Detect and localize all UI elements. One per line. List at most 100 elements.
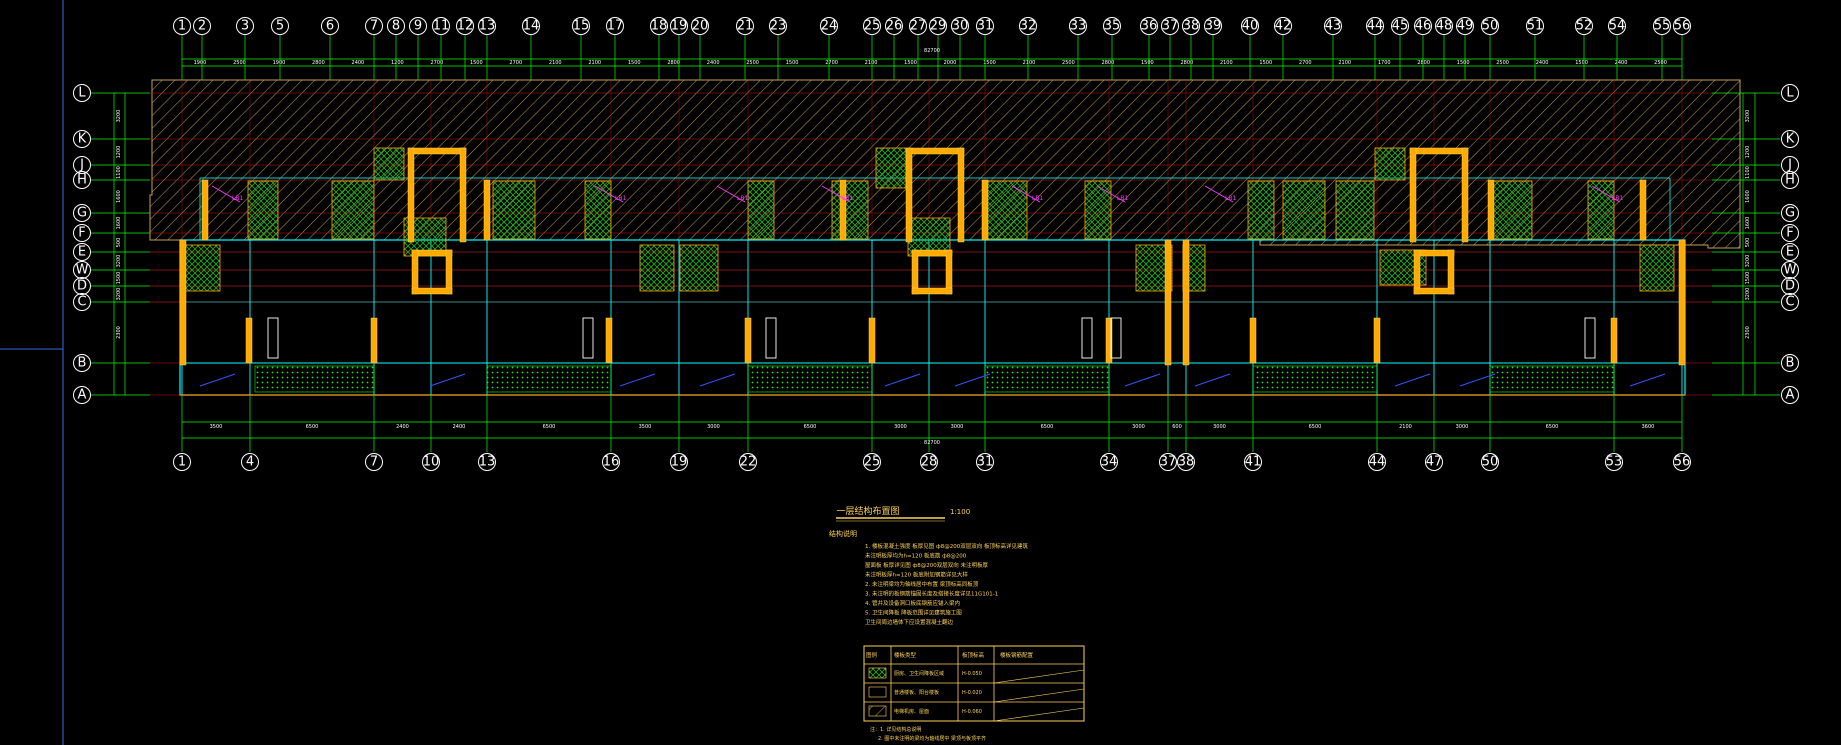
axis-bubbles-left: L KJH GFEWDC B A bbox=[73, 84, 150, 404]
column bbox=[911, 249, 919, 295]
slab-panel bbox=[492, 180, 536, 240]
top-dimension-text: 2400 bbox=[352, 60, 365, 66]
column bbox=[1447, 249, 1455, 295]
top-dimension-text: 2400 bbox=[1536, 60, 1549, 66]
axis-label-top: 55 bbox=[1654, 19, 1671, 34]
axis-label-left: J bbox=[79, 158, 84, 173]
axis-bubbles-bottom: 1 4 7 10 13 16 19 22 25 28 31 34 37 38 41 44 47 50 53 56 bbox=[173, 395, 1691, 471]
column bbox=[1610, 317, 1618, 364]
left-dimension-text: 1500 bbox=[116, 272, 122, 285]
slab-panel bbox=[1587, 180, 1615, 240]
top-dimension-text: 2700 bbox=[1299, 60, 1312, 66]
note-line: 2. 未注明梁均为轴线居中布置 梁顶标高同板顶 bbox=[865, 580, 979, 588]
axis-label-top: 9 bbox=[414, 19, 422, 34]
slab-panel bbox=[679, 244, 719, 292]
axis-label-right: W bbox=[1784, 263, 1797, 278]
axis-label-right: L bbox=[1786, 86, 1794, 101]
axis-label-left: H bbox=[77, 173, 87, 188]
right-dimension-text: 500 bbox=[1745, 238, 1751, 248]
bottom-dimension-text: 6500 bbox=[1041, 424, 1054, 430]
top-dimension-text: 2500 bbox=[1496, 60, 1509, 66]
axis-label-bottom: 19 bbox=[671, 455, 688, 470]
slab-panel bbox=[183, 244, 221, 292]
room-tag: LB1 bbox=[842, 195, 853, 202]
cad-drawing-viewport[interactable]: 1900 2500 1900 2800 2400 1200 2700 1500 2700 2100… bbox=[0, 0, 1841, 745]
right-dimension-text: 3200 bbox=[1745, 110, 1751, 123]
axis-label-top: 19 bbox=[671, 19, 688, 34]
svg-text:厨房、卫生间降板区域: 厨房、卫生间降板区域 bbox=[894, 670, 944, 677]
top-dimension-text: 1900 bbox=[194, 60, 207, 66]
column bbox=[370, 317, 378, 364]
svg-text:板顶标高: 板顶标高 bbox=[962, 651, 985, 659]
axis-label-bottom: 53 bbox=[1606, 455, 1623, 470]
note-line: 5. 卫生间降板 降板范围详见建筑施工图 bbox=[865, 609, 962, 617]
column bbox=[1461, 147, 1469, 243]
axis-label-top: 37 bbox=[1162, 19, 1179, 34]
bottom-dimension-text: 2100 bbox=[1399, 424, 1412, 430]
axis-label-bottom: 16 bbox=[603, 455, 620, 470]
axis-label-top: 35 bbox=[1104, 19, 1121, 34]
axis-label-right: E bbox=[1786, 245, 1794, 260]
structural-plan: 1900 2500 1900 2800 2400 1200 2700 1500 2700 2100… bbox=[0, 0, 1799, 745]
axis-label-left: C bbox=[77, 295, 86, 310]
column bbox=[1413, 287, 1455, 295]
door-opening bbox=[1110, 317, 1122, 359]
slab-panel bbox=[1247, 180, 1275, 240]
slab-panel bbox=[984, 180, 1028, 240]
axis-label-bottom: 28 bbox=[921, 455, 938, 470]
axis-label-top: 5 bbox=[276, 19, 284, 34]
svg-text:楼板类型: 楼板类型 bbox=[894, 651, 917, 659]
top-dimension-text: 1500 bbox=[1259, 60, 1272, 66]
column bbox=[868, 317, 876, 364]
column bbox=[411, 287, 453, 295]
top-dimension-text: 1500 bbox=[904, 60, 917, 66]
slab-panel bbox=[1639, 244, 1675, 292]
axis-label-top: 54 bbox=[1609, 19, 1626, 34]
axis-label-top: 40 bbox=[1242, 19, 1259, 34]
axis-label-right: D bbox=[1785, 279, 1795, 294]
axis-label-bottom: 44 bbox=[1369, 455, 1386, 470]
column bbox=[1413, 249, 1421, 295]
top-dimension-text: 2500 bbox=[1654, 60, 1667, 66]
left-dimension-text: 500 bbox=[116, 238, 122, 248]
axis-label-top: 11 bbox=[433, 19, 450, 34]
top-dimension-text: 1200 bbox=[391, 60, 404, 66]
note-line: 4. 管井及设备洞口板底钢筋应锚入梁内 bbox=[865, 599, 960, 607]
axis-label-top: 36 bbox=[1141, 19, 1158, 34]
left-dimension-text: 1600 bbox=[116, 217, 122, 230]
left-dimension-text: 3200 bbox=[116, 255, 122, 268]
svg-text:普通楼板、阳台楼板: 普通楼板、阳台楼板 bbox=[894, 689, 939, 696]
top-dimension-text: 2100 bbox=[865, 60, 878, 66]
axis-label-top: 17 bbox=[607, 19, 624, 34]
note-line: 3. 未注明的板钢筋锚固长度及搭接长度详见11G101-1 bbox=[865, 590, 998, 598]
axis-label-left: E bbox=[78, 245, 86, 260]
axis-label-top: 39 bbox=[1205, 19, 1222, 34]
axis-label-top: 42 bbox=[1275, 19, 1292, 34]
axis-label-top: 51 bbox=[1527, 19, 1544, 34]
axis-label-left: K bbox=[78, 132, 87, 147]
room-tag: LB1 bbox=[1032, 195, 1043, 202]
axis-label-top: 27 bbox=[910, 19, 927, 34]
axis-label-top: 2 bbox=[198, 19, 206, 34]
axis-label-top: 14 bbox=[523, 19, 540, 34]
bottom-dimension-text: 6500 bbox=[543, 424, 556, 430]
top-dimension-text: 2500 bbox=[746, 60, 759, 66]
axis-label-right: C bbox=[1785, 295, 1794, 310]
column bbox=[1164, 239, 1172, 366]
top-dimension-text: 1500 bbox=[1457, 60, 1470, 66]
left-dimension-text: 2300 bbox=[116, 326, 122, 339]
top-dimension-text: 2000 bbox=[944, 60, 957, 66]
balcony-slab bbox=[984, 365, 1110, 393]
top-dimension-text: 2400 bbox=[707, 60, 720, 66]
column bbox=[445, 249, 453, 295]
axis-label-top: 3 bbox=[241, 19, 249, 34]
slab-panel bbox=[831, 180, 869, 240]
column bbox=[905, 147, 913, 243]
top-dimension-text: 2100 bbox=[1220, 60, 1233, 66]
room-tag: LB1 bbox=[1612, 195, 1623, 202]
slab-panel bbox=[331, 180, 375, 240]
bottom-note-1: 注：1. 详见结构总说明 bbox=[870, 726, 921, 733]
axis-label-top: 52 bbox=[1576, 19, 1593, 34]
top-dimension-text: 1500 bbox=[1141, 60, 1154, 66]
axis-label-left: B bbox=[78, 356, 87, 371]
